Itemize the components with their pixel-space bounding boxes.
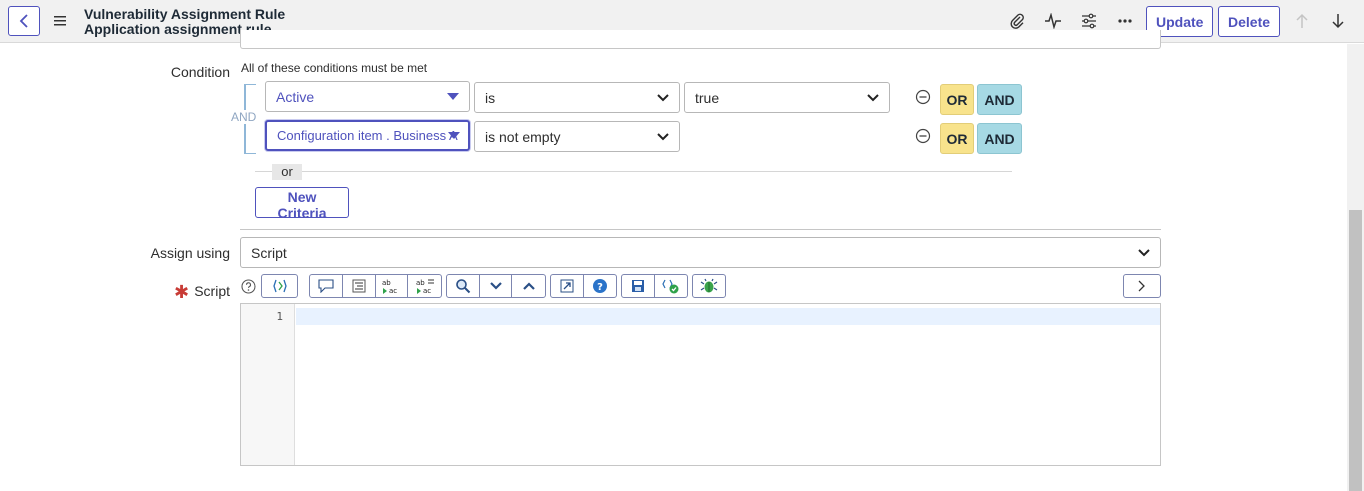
replace-all-button[interactable]: ab ac <box>408 275 441 297</box>
debug-icon <box>700 278 718 293</box>
condition-operator-select-2[interactable]: is not empty <box>474 121 680 152</box>
chevron-left-icon <box>19 14 28 28</box>
record-type-title: Vulnerability Assignment Rule <box>84 6 286 22</box>
save-button[interactable] <box>622 275 655 297</box>
condition-operator-select-1[interactable]: is <box>474 82 680 113</box>
menu-icon[interactable] <box>53 12 67 30</box>
condition-operator-value-2: is not empty <box>485 128 561 145</box>
script-editor[interactable]: 1 <box>240 303 1161 466</box>
active-line-highlight <box>296 308 1160 325</box>
format-icon <box>352 279 366 293</box>
svg-text:ac: ac <box>389 287 397 294</box>
chevron-up-icon <box>522 282 535 290</box>
condition-value-value-1: true <box>695 89 720 106</box>
help-icon: ? <box>592 279 607 293</box>
expand-panel-button[interactable] <box>1123 274 1161 298</box>
replace-all-icon: abac <box>416 279 434 294</box>
search-next-button[interactable] <box>480 275 513 297</box>
replace-button[interactable]: ab ac <box>376 275 409 297</box>
back-button[interactable] <box>8 6 40 36</box>
chevron-down-icon <box>867 93 879 101</box>
condition-value-select-1[interactable]: true <box>684 82 890 113</box>
condition-hint: All of these conditions must be met <box>241 61 428 75</box>
scrollbar-thumb[interactable] <box>1349 210 1362 491</box>
replace-icon: abac <box>382 279 398 294</box>
line-number: 1 <box>276 310 283 323</box>
new-criteria-button[interactable]: New Criteria <box>255 187 349 221</box>
svg-text:ab: ab <box>382 279 391 287</box>
search-button[interactable] <box>447 275 480 297</box>
assign-using-value: Script <box>251 244 287 261</box>
more-options-icon[interactable] <box>1114 10 1136 32</box>
or-button-2[interactable]: OR <box>940 123 974 154</box>
condition-divider <box>240 229 1161 230</box>
check-syntax-icon <box>662 279 679 294</box>
check-syntax-button[interactable] <box>655 275 688 297</box>
and-group-label: AND <box>231 110 257 124</box>
script-label: Script <box>194 283 230 299</box>
svg-text:ac: ac <box>423 287 431 294</box>
condition-field-select-1[interactable]: Active <box>265 81 470 112</box>
toolbar-save-group <box>621 274 688 298</box>
chevron-right-icon <box>1138 280 1145 292</box>
search-icon <box>456 279 471 294</box>
comment-button[interactable] <box>310 275 343 297</box>
chevron-down-icon <box>1138 248 1150 256</box>
chevron-down-icon <box>657 93 669 101</box>
delete-button[interactable]: Delete <box>1218 6 1281 37</box>
debug-button[interactable] <box>692 274 726 298</box>
save-icon <box>631 280 644 292</box>
or-separator-line <box>255 171 1012 172</box>
attachment-icon[interactable] <box>1006 10 1028 32</box>
chevron-down-icon <box>657 132 669 140</box>
activity-icon[interactable] <box>1042 10 1064 32</box>
condition-operator-value-1: is <box>485 89 496 106</box>
remove-condition-icon[interactable] <box>915 128 931 144</box>
condition-label: Condition <box>170 64 230 80</box>
assign-using-label: Assign using <box>150 245 230 261</box>
condition-field-select-2[interactable]: Configuration item . Business A... <box>265 120 470 151</box>
search-previous-button[interactable] <box>512 275 545 297</box>
help-circle-icon[interactable] <box>241 279 256 294</box>
toolbar-search-group <box>446 274 546 298</box>
assign-using-select[interactable]: Script <box>240 237 1161 268</box>
format-button[interactable] <box>343 275 376 297</box>
condition-field-value-2: Configuration item . Business A... <box>277 128 458 143</box>
and-button-1[interactable]: AND <box>977 84 1022 115</box>
line-number-gutter: 1 <box>241 304 295 465</box>
svg-text:?: ? <box>597 282 603 293</box>
toggle-syntax-icon <box>272 279 287 293</box>
remove-condition-icon[interactable] <box>915 89 931 105</box>
arrow-up-icon[interactable] <box>1291 10 1313 32</box>
fullscreen-button[interactable] <box>551 275 584 297</box>
or-button-1[interactable]: OR <box>940 84 974 115</box>
chevron-down-icon <box>489 282 502 290</box>
condition-field-value-1: Active <box>276 88 315 105</box>
caret-down-icon <box>448 132 460 139</box>
caret-down-icon <box>447 93 459 100</box>
toggle-syntax-button[interactable] <box>261 274 298 298</box>
required-indicator: ✱ <box>174 282 190 302</box>
arrow-down-icon[interactable] <box>1327 10 1349 32</box>
settings-sliders-icon[interactable] <box>1078 10 1100 32</box>
svg-text:ab: ab <box>416 279 425 287</box>
comment-icon <box>318 279 334 293</box>
toolbar-view-group: ? <box>550 274 617 298</box>
help-button[interactable]: ? <box>584 275 617 297</box>
fullscreen-icon <box>560 279 574 293</box>
previous-field[interactable] <box>240 30 1161 49</box>
toolbar-format-group: ab ac ab ac <box>309 274 442 298</box>
and-button-2[interactable]: AND <box>977 123 1022 154</box>
or-separator: or <box>272 164 302 180</box>
